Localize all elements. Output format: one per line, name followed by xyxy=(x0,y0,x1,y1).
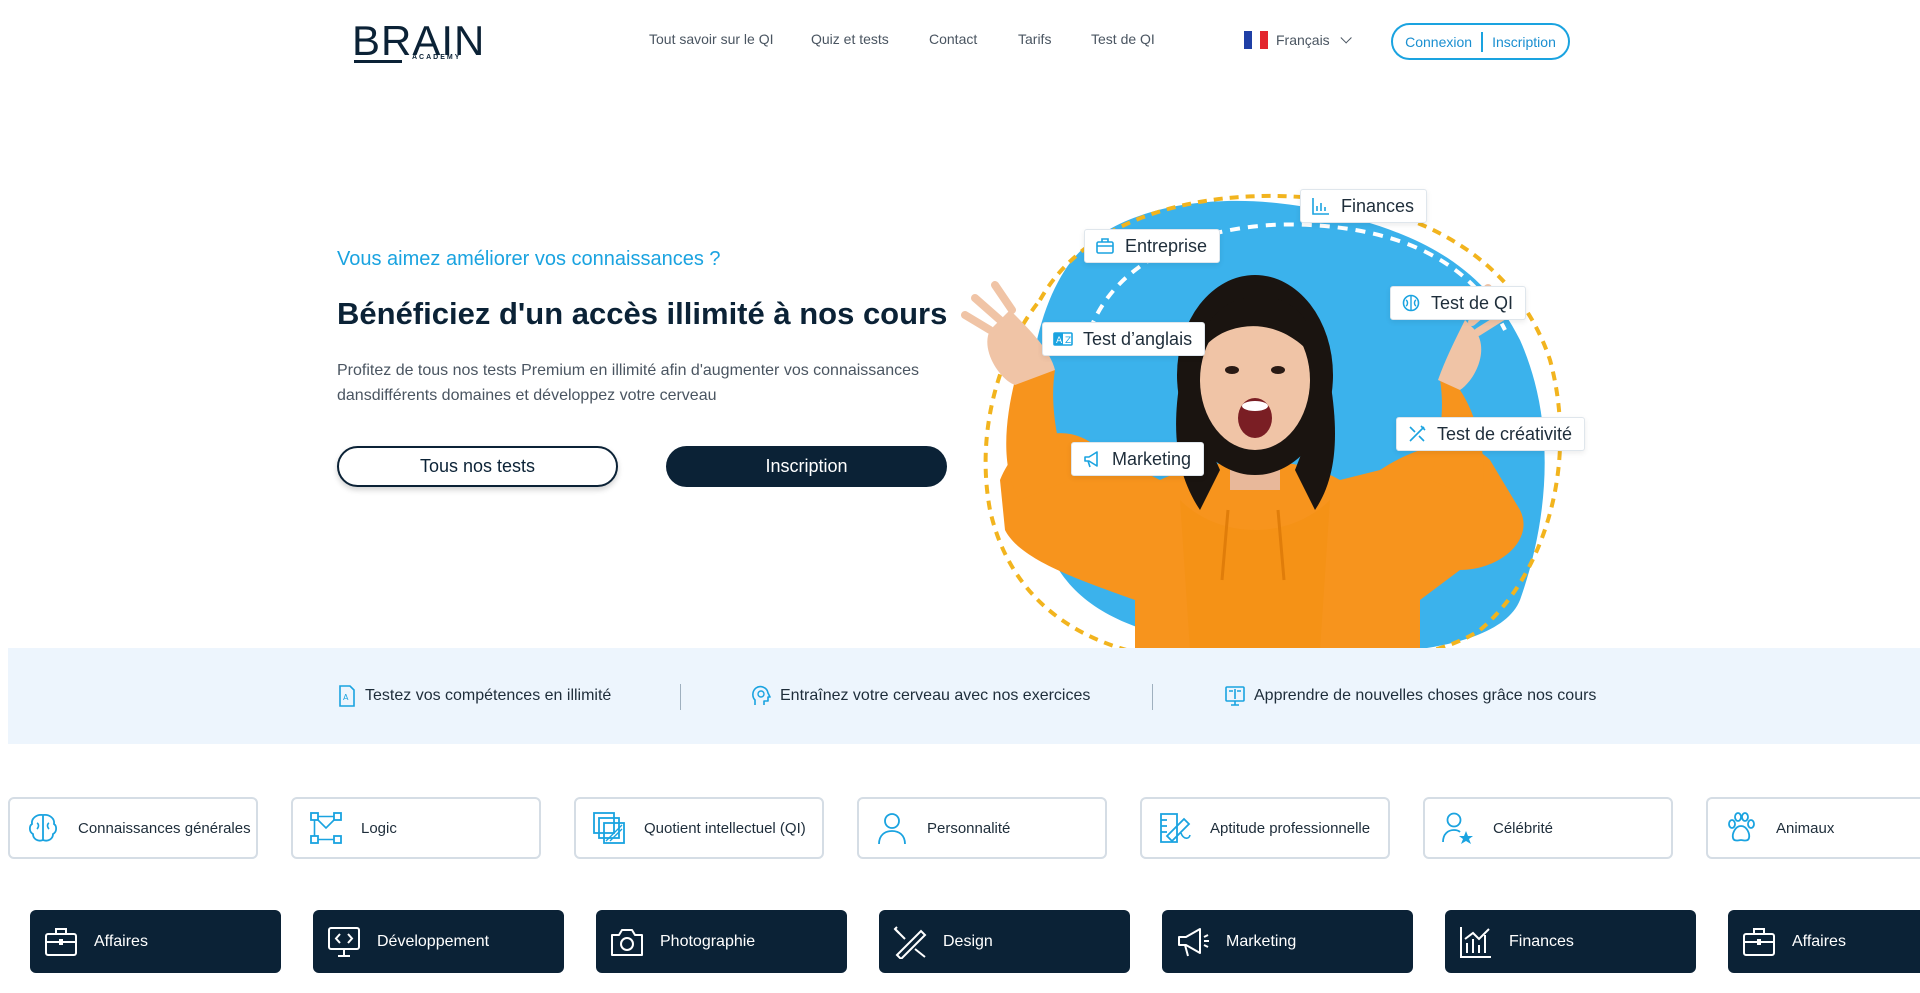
feature-brain-training-label: Entraînez votre cerveau avec nos exercic… xyxy=(780,687,1091,704)
code-monitor-icon xyxy=(328,926,360,957)
topic-affaires[interactable]: Affaires xyxy=(30,910,281,973)
topic-label: Design xyxy=(943,932,993,950)
tag-finances: Finances xyxy=(1300,189,1428,223)
chart-icon xyxy=(1312,198,1329,215)
feature-divider xyxy=(680,684,681,710)
feature-divider xyxy=(1152,684,1153,710)
feature-learn-courses-label: Apprendre de nouvelles choses grâce nos … xyxy=(1254,687,1597,704)
category-connaissances-generales[interactable]: Connaissances générales xyxy=(8,797,258,859)
head-brain-icon xyxy=(752,685,771,705)
category-label: Connaissances générales xyxy=(78,819,251,837)
tag-marketing-label: Marketing xyxy=(1112,448,1192,469)
svg-text:Z: Z xyxy=(1065,336,1071,346)
tag-entreprise: Entreprise xyxy=(1084,229,1221,263)
briefcase-icon xyxy=(1743,927,1775,956)
nav-link-tarifs[interactable]: Tarifs xyxy=(1018,31,1051,47)
chart-icon xyxy=(1460,926,1491,958)
category-animaux[interactable]: Animaux xyxy=(1706,797,1920,859)
svg-text:A: A xyxy=(343,693,349,702)
french-flag-icon xyxy=(1244,31,1268,49)
user-icon xyxy=(878,813,906,845)
nav-link-quiz[interactable]: Quiz et tests xyxy=(811,31,889,47)
topic-label: Marketing xyxy=(1226,932,1297,950)
all-tests-button[interactable]: Tous nos tests xyxy=(337,446,618,487)
topic-developpement[interactable]: Développement xyxy=(313,910,564,973)
category-label: Animaux xyxy=(1776,819,1835,837)
logo-underline xyxy=(354,60,402,63)
svg-text:A: A xyxy=(1056,336,1063,346)
chevron-down-icon xyxy=(1340,32,1352,44)
topic-marketing[interactable]: Marketing xyxy=(1162,910,1413,973)
topic-label: Photographie xyxy=(660,932,756,950)
topic-finances[interactable]: Finances xyxy=(1445,910,1696,973)
tag-marketing: Marketing xyxy=(1071,442,1205,476)
nav-link-tout-savoir[interactable]: Tout savoir sur le QI xyxy=(649,31,774,47)
logo-subtitle: ACADEMY xyxy=(412,54,462,61)
hero-description: Profitez de tous nos tests Premium en il… xyxy=(337,362,919,404)
nav-link-contact[interactable]: Contact xyxy=(929,31,977,47)
tag-anglais-label: Test d’anglais xyxy=(1083,328,1193,349)
category-celebrite[interactable]: Célébrité xyxy=(1423,797,1673,859)
site-header: BRAIN ACADEMY Tout savoir sur le QI Quiz… xyxy=(0,0,1920,84)
pencil-ruler-icon xyxy=(1409,425,1426,442)
feature-brain-training: Entraînez votre cerveau avec nos exercic… xyxy=(750,685,1090,707)
pencil-ruler-icon xyxy=(893,925,927,959)
category-label: Célébrité xyxy=(1493,819,1554,837)
brain-academy-logo[interactable]: BRAIN ACADEMY xyxy=(352,20,484,64)
tag-test-qi: Test de QI xyxy=(1390,286,1527,320)
language-label: Français xyxy=(1276,32,1330,48)
category-aptitude-professionnelle[interactable]: Aptitude professionnelle xyxy=(1140,797,1390,859)
auth-buttons: Connexion Inscription xyxy=(1391,23,1570,60)
feature-unlimited-tests: A Testez vos compétences en illimité xyxy=(337,685,611,707)
tools-icon xyxy=(1160,813,1191,843)
tag-finances-label: Finances xyxy=(1341,195,1415,216)
test-document-icon: A xyxy=(339,685,355,707)
signup-link[interactable]: Inscription xyxy=(1492,34,1556,50)
hero-illustration: Finances Entreprise Test de QI AZ Test d… xyxy=(960,180,1620,650)
topic-label: Affaires xyxy=(94,932,148,950)
topic-label: Finances xyxy=(1509,932,1574,950)
hero-title: Bénéficiez d'un accès illimité à nos cou… xyxy=(337,296,948,331)
hero-woman-illustration xyxy=(961,193,1563,648)
auth-divider xyxy=(1481,31,1484,52)
camera-icon xyxy=(611,928,643,956)
login-link[interactable]: Connexion xyxy=(1405,34,1472,50)
category-label: Logic xyxy=(361,819,397,837)
feature-unlimited-tests-label: Testez vos compétences en illimité xyxy=(365,687,612,704)
vector-nodes-icon xyxy=(310,812,342,844)
category-logic[interactable]: Logic xyxy=(291,797,541,859)
tag-entreprise-label: Entreprise xyxy=(1125,235,1208,256)
category-label: Quotient intellectuel (QI) xyxy=(644,819,806,837)
tag-creativite-label: Test de créativité xyxy=(1437,423,1573,444)
topic-label: Affaires xyxy=(1792,932,1846,950)
user-star-icon xyxy=(1442,812,1473,844)
category-label: Aptitude professionnelle xyxy=(1210,819,1371,837)
book-screen-icon xyxy=(1225,686,1245,706)
category-quotient-intellectuel[interactable]: Quotient intellectuel (QI) xyxy=(574,797,824,859)
feature-learn-courses: Apprendre de nouvelles choses grâce nos … xyxy=(1224,685,1596,707)
category-personnalite[interactable]: Personnalité xyxy=(857,797,1107,859)
briefcase-icon xyxy=(45,927,77,956)
tag-anglais: AZ Test d’anglais xyxy=(1042,322,1206,356)
brain-icon xyxy=(28,813,58,842)
tag-creativite: Test de créativité xyxy=(1396,417,1586,451)
megaphone-icon xyxy=(1084,451,1098,468)
translate-icon: AZ xyxy=(1053,332,1073,346)
hero-eyebrow: Vous aimez améliorer vos connaissances ? xyxy=(337,248,721,270)
language-selector[interactable]: Français xyxy=(1244,31,1352,49)
topic-photographie[interactable]: Photographie xyxy=(596,910,847,973)
paw-icon xyxy=(1728,812,1755,842)
topic-label: Développement xyxy=(377,932,490,950)
hero-signup-button[interactable]: Inscription xyxy=(666,446,947,487)
megaphone-icon xyxy=(1178,927,1209,956)
nav-link-test-qi[interactable]: Test de QI xyxy=(1091,31,1155,47)
layers-icon xyxy=(593,812,625,844)
brain-icon xyxy=(1402,294,1420,312)
topic-design[interactable]: Design xyxy=(879,910,1130,973)
tag-test-qi-label: Test de QI xyxy=(1431,292,1514,313)
briefcase-icon xyxy=(1096,238,1114,254)
category-label: Personnalité xyxy=(927,819,1011,837)
topic-affaires-2[interactable]: Affaires xyxy=(1728,910,1920,973)
